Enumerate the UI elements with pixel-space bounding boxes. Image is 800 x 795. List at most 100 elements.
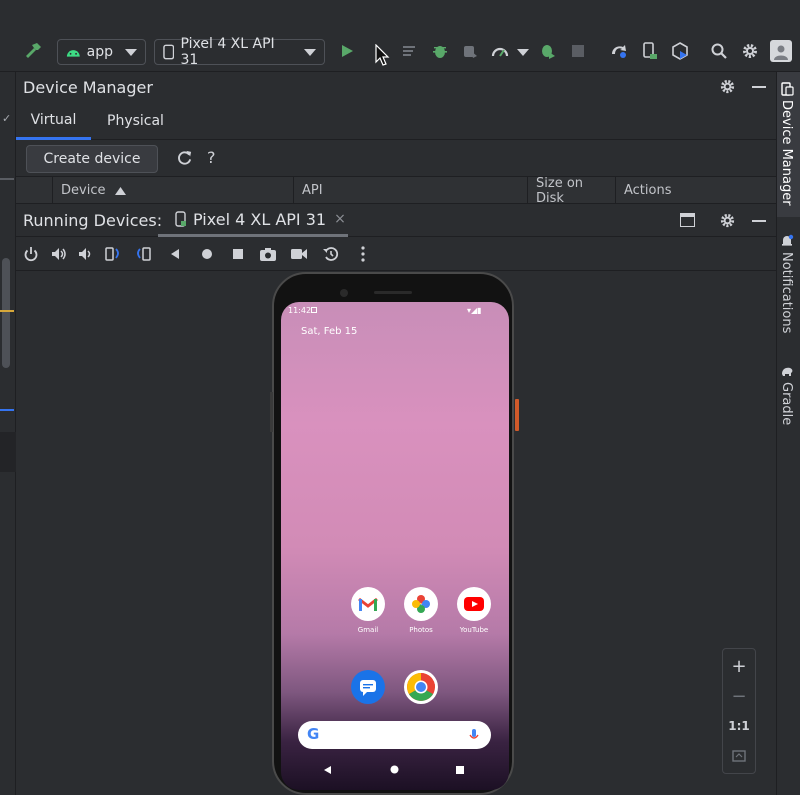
- build-hammer-icon[interactable]: [22, 40, 44, 62]
- running-devices-label: Running Devices:: [23, 211, 163, 230]
- nav-back-icon[interactable]: [323, 765, 332, 775]
- chevron-down-icon: [304, 48, 316, 56]
- chrome-icon[interactable]: [404, 670, 438, 704]
- column-actions[interactable]: Actions: [615, 177, 758, 204]
- selection-marker: [0, 409, 14, 411]
- bell-icon: [781, 234, 793, 246]
- attach-debugger-icon[interactable]: [459, 40, 481, 62]
- module-label: app: [86, 44, 113, 60]
- avd-manager-icon[interactable]: [639, 40, 661, 62]
- zoom-out-button[interactable]: −: [723, 681, 755, 711]
- device-manager-title: Device Manager: [23, 77, 153, 97]
- notification-icon: [311, 307, 317, 313]
- youtube-icon[interactable]: [457, 587, 491, 621]
- volume-down-icon[interactable]: [76, 245, 94, 263]
- refresh-icon[interactable]: [176, 149, 193, 170]
- settings-gear-icon[interactable]: [719, 78, 736, 99]
- running-devices-header: Running Devices: Pixel 4 XL API 31 ×: [16, 204, 776, 237]
- gmail-icon[interactable]: [351, 587, 385, 621]
- power-side-button[interactable]: [515, 399, 519, 431]
- create-device-button[interactable]: Create device: [26, 145, 158, 173]
- phone-screen[interactable]: 11:42 ▾◢▮ Sat, Feb 15 Gmail Photos YouTu…: [281, 302, 509, 790]
- messages-icon[interactable]: [351, 670, 385, 704]
- phone-device-icon: [163, 44, 175, 60]
- tab-label: Physical: [107, 113, 164, 129]
- search-icon[interactable]: [708, 40, 730, 62]
- android-icon: [66, 50, 80, 57]
- column-label: API: [302, 183, 323, 198]
- device-dropdown[interactable]: Pixel 4 XL API 31: [154, 36, 325, 68]
- tab-physical[interactable]: Physical: [107, 102, 164, 140]
- tab-label: Virtual: [30, 111, 77, 128]
- microphone-icon[interactable]: [469, 728, 479, 742]
- sdk-manager-icon[interactable]: [669, 40, 691, 62]
- close-icon[interactable]: ×: [334, 211, 346, 227]
- tool-label: Notifications: [779, 252, 794, 334]
- nav-overview-icon[interactable]: [456, 766, 464, 774]
- device-manager-tool-button[interactable]: Device Manager: [779, 82, 794, 206]
- overview-icon[interactable]: [229, 245, 247, 263]
- power-icon[interactable]: [22, 245, 40, 263]
- minimize-icon[interactable]: [752, 220, 766, 222]
- right-tool-strip: Device Manager Notifications Gradle: [776, 72, 800, 795]
- device-manager-actions: Create device ?: [16, 140, 776, 176]
- status-time: 11:42: [288, 306, 312, 315]
- help-button[interactable]: ?: [207, 148, 216, 167]
- gradle-elephant-icon: [781, 367, 792, 376]
- apply-changes-icon[interactable]: [399, 40, 421, 62]
- screenshot-camera-icon[interactable]: [259, 245, 277, 263]
- column-api[interactable]: API: [293, 177, 527, 204]
- gradle-tool-button[interactable]: Gradle: [779, 364, 794, 425]
- run-tests-icon[interactable]: [536, 40, 558, 62]
- zoom-fit-button[interactable]: [723, 741, 755, 771]
- chevron-down-icon: [125, 48, 137, 56]
- earpiece: [374, 291, 412, 294]
- google-search-bar[interactable]: G: [298, 721, 491, 749]
- tool-label: Device Manager: [779, 100, 794, 206]
- device-manager-icon: [780, 82, 794, 96]
- settings-gear-icon[interactable]: [739, 40, 761, 62]
- scrollbar-thumb[interactable]: [2, 258, 10, 368]
- youtube-label: YouTube: [459, 626, 489, 634]
- debug-icon[interactable]: [429, 40, 451, 62]
- tab-virtual[interactable]: Virtual: [16, 102, 91, 140]
- divider: [0, 178, 14, 180]
- warning-marker: [0, 310, 14, 312]
- date-widget[interactable]: Sat, Feb 15: [301, 326, 357, 337]
- back-icon[interactable]: [166, 245, 184, 263]
- nav-home-icon[interactable]: [390, 765, 399, 774]
- more-options-icon[interactable]: [354, 245, 372, 263]
- settings-gear-icon[interactable]: [719, 212, 736, 233]
- sync-gradle-icon[interactable]: [608, 40, 630, 62]
- chevron-down-icon[interactable]: [517, 49, 529, 56]
- volume-side-button[interactable]: [270, 392, 273, 432]
- running-device-tab[interactable]: Pixel 4 XL API 31 ×: [158, 204, 348, 237]
- column-device[interactable]: Device: [52, 177, 293, 204]
- column-label: Actions: [624, 183, 672, 198]
- minimize-icon[interactable]: [752, 86, 766, 88]
- device-label: Pixel 4 XL API 31: [180, 36, 275, 68]
- zoom-in-button[interactable]: +: [723, 651, 755, 681]
- gutter-block: [0, 432, 16, 472]
- rotate-right-icon[interactable]: [134, 245, 152, 263]
- volume-up-icon[interactable]: [50, 245, 68, 263]
- module-dropdown[interactable]: app: [57, 39, 146, 65]
- profiler-icon[interactable]: [489, 40, 511, 62]
- zoom-actual-size-button[interactable]: 1:1: [723, 711, 755, 741]
- home-icon[interactable]: [198, 245, 216, 263]
- user-avatar-icon[interactable]: [770, 40, 792, 62]
- window-mode-icon[interactable]: [680, 213, 695, 227]
- column-size-on-disk[interactable]: Size on Disk: [527, 176, 615, 206]
- rotate-left-icon[interactable]: [104, 245, 122, 263]
- mouse-cursor-icon: [371, 44, 393, 66]
- notifications-tool-button[interactable]: Notifications: [779, 234, 794, 333]
- photos-icon[interactable]: [404, 587, 438, 621]
- tool-label: Gradle: [779, 382, 794, 426]
- run-icon[interactable]: [336, 40, 358, 62]
- phone-device-icon: [175, 211, 186, 227]
- status-icons: ▾◢▮: [467, 306, 482, 315]
- stop-icon[interactable]: [567, 40, 589, 62]
- column-label: Device: [61, 183, 106, 198]
- snapshot-history-icon[interactable]: [322, 245, 340, 263]
- screen-record-icon[interactable]: [290, 245, 308, 263]
